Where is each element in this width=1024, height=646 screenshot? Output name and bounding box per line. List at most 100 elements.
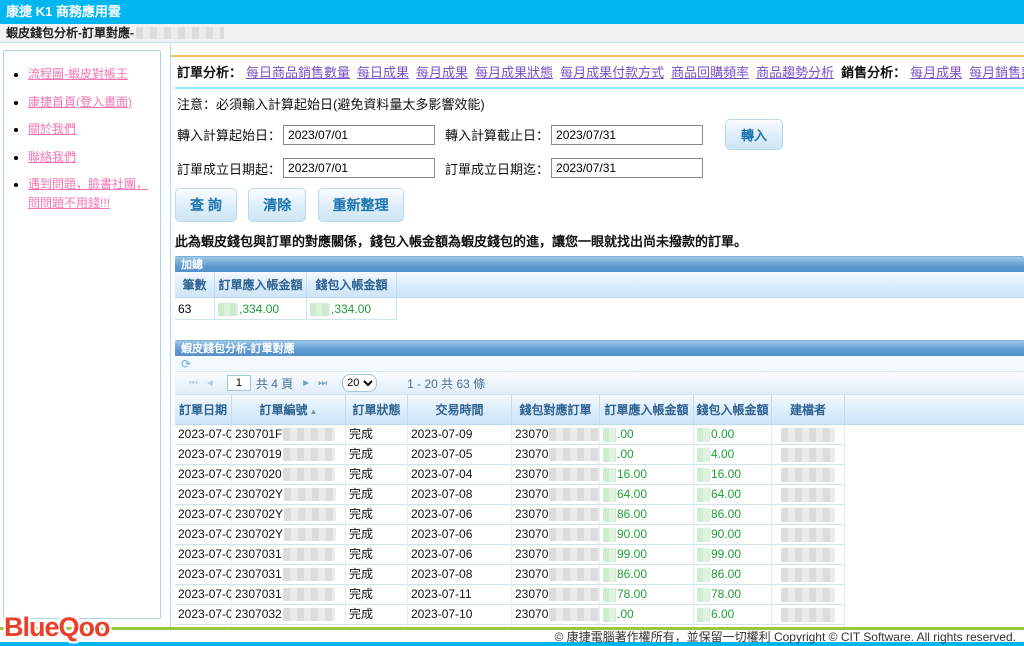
app-title: 康捷 K1 商務應用雲 xyxy=(6,4,121,19)
clear-button[interactable]: 清除 xyxy=(248,188,306,222)
order-start-input[interactable] xyxy=(283,158,435,178)
cell-order-status: 完成 xyxy=(346,525,408,545)
sort-icon[interactable]: ▲ xyxy=(310,407,318,416)
order-analysis-link-0[interactable]: 每日商品銷售數量 xyxy=(246,65,350,80)
cell-wallet-amount: 6.00 xyxy=(694,605,772,625)
cell-wallet-amount: 78.00 xyxy=(694,585,772,605)
redacted-amount-digits xyxy=(697,588,710,602)
cell-wallet-amount: 90.00 xyxy=(694,525,772,545)
sales-analysis-link-0[interactable]: 每月成果 xyxy=(910,65,962,80)
col-trade-time[interactable]: 交易時間 xyxy=(408,395,512,424)
cell-creator xyxy=(772,445,845,465)
col-order-date[interactable]: 訂單日期 xyxy=(175,395,232,424)
col-wallet-order[interactable]: 錢包對應訂單 xyxy=(512,395,600,424)
redacted-amount-digits xyxy=(603,528,616,542)
cell-order-status: 完成 xyxy=(346,465,408,485)
sidebar-link-1[interactable]: 康捷首頁(登入畫面) xyxy=(28,95,132,109)
cell-order-status: 完成 xyxy=(346,565,408,585)
col-order-no[interactable]: 訂單編號▲ xyxy=(232,395,346,424)
sidebar-link-0[interactable]: 流程圖-蝦皮對帳王 xyxy=(28,67,128,81)
main-content: 訂單分析：每日商品銷售數量每日成果每月成果每月成果狀態每月成果付款方式商品回購頻… xyxy=(171,44,1024,627)
table-row[interactable]: 2023-07-02230702Y完成2023-07-062307086.008… xyxy=(175,505,1024,525)
cell-order-no: 2307032 xyxy=(232,605,346,625)
cell-order-status: 完成 xyxy=(346,545,408,565)
redacted-amount-digits xyxy=(310,303,330,316)
page-size-select[interactable]: 20 xyxy=(342,374,377,392)
table-row[interactable]: 2023-07-02230702Y完成2023-07-062307090.009… xyxy=(175,525,1024,545)
sidebar-link-2[interactable]: 關於我們 xyxy=(28,122,76,136)
col-creator[interactable]: 建檔者 xyxy=(772,395,845,424)
cell-order-date: 2023-07-03 xyxy=(175,605,232,625)
col-order-status[interactable]: 訂單狀態 xyxy=(346,395,408,424)
table-row[interactable]: 2023-07-032307031完成2023-07-062307099.009… xyxy=(175,545,1024,565)
page-number-input[interactable] xyxy=(227,375,251,391)
query-button[interactable]: 查 詢 xyxy=(175,188,237,222)
order-end-input[interactable] xyxy=(551,158,703,178)
transfer-button[interactable]: 轉入 xyxy=(725,119,783,150)
refresh-icon[interactable]: ⟳ xyxy=(181,358,191,370)
order-analysis-link-6[interactable]: 商品趨勢分析 xyxy=(756,65,834,80)
col-order-amount[interactable]: 訂單應入帳金額 xyxy=(600,395,694,424)
table-row[interactable]: 2023-07-012307019完成2023-07-0523070.004.0… xyxy=(175,445,1024,465)
table-row[interactable]: 2023-07-02230702Y完成2023-07-082307064.006… xyxy=(175,485,1024,505)
order-date-row: 訂單成立日期起： 訂單成立日期迄： xyxy=(175,154,1024,182)
cell-trade-time: 2023-07-05 xyxy=(408,445,512,465)
redacted-wallet-order xyxy=(549,428,600,441)
table-row[interactable]: 2023-07-032307031完成2023-07-082307086.008… xyxy=(175,565,1024,585)
footer-bar: © 康捷電腦著作權所有，並保留一切權利 Copyright © CIT Soft… xyxy=(0,627,1024,646)
cell-wallet-amount: 64.00 xyxy=(694,485,772,505)
order-analysis-link-2[interactable]: 每月成果 xyxy=(416,65,468,80)
cell-order-date: 2023-07-01 xyxy=(175,425,232,445)
cell-order-no: 2307020 xyxy=(232,465,346,485)
redacted-order-no xyxy=(283,588,335,601)
redacted-amount-digits xyxy=(603,508,616,522)
table-row[interactable]: 2023-07-022307020完成2023-07-042307016.001… xyxy=(175,465,1024,485)
sidebar-item: 遇到問題，臉書社團，問問題不用錢!!! xyxy=(28,175,152,212)
cell-order-amount: .00 xyxy=(600,605,694,625)
transfer-end-input[interactable] xyxy=(551,125,703,145)
cell-order-status: 完成 xyxy=(346,505,408,525)
sidebar-link-4[interactable]: 遇到問題，臉書社團，問問題不用錢!!! xyxy=(28,177,148,210)
next-page-icon[interactable]: ► xyxy=(301,378,312,389)
cell-trade-time: 2023-07-08 xyxy=(408,485,512,505)
cell-wallet-order: 23070 xyxy=(512,525,600,545)
redacted-creator xyxy=(781,468,835,482)
cell-wallet-amount: 86.00 xyxy=(694,505,772,525)
sales-analysis-link-1[interactable]: 每月銷售額(營業 xyxy=(969,65,1024,80)
cell-order-date: 2023-07-02 xyxy=(175,525,232,545)
redacted-order-no xyxy=(284,508,336,521)
first-page-icon[interactable]: ⏮ xyxy=(189,378,199,389)
cell-order-date: 2023-07-03 xyxy=(175,585,232,605)
refresh-button[interactable]: 重新整理 xyxy=(318,188,404,222)
cell-wallet-order: 23070 xyxy=(512,465,600,485)
table-row[interactable]: 2023-07-032307032完成2023-07-1023070.006.0… xyxy=(175,605,1024,625)
order-analysis-link-5[interactable]: 商品回購頻率 xyxy=(671,65,749,80)
last-page-icon[interactable]: ⏭ xyxy=(318,378,328,389)
prev-page-icon[interactable]: ◄ xyxy=(205,378,216,389)
order-analysis-link-3[interactable]: 每月成果狀態 xyxy=(475,65,553,80)
order-analysis-link-4[interactable]: 每月成果付款方式 xyxy=(560,65,664,80)
transfer-start-input[interactable] xyxy=(283,125,435,145)
app-title-bar: 康捷 K1 商務應用雲 xyxy=(0,0,1024,24)
order-analysis-link-1[interactable]: 每日成果 xyxy=(357,65,409,80)
col-wallet-amount[interactable]: 錢包入帳金額 xyxy=(694,395,772,424)
redacted-amount-digits xyxy=(603,448,616,462)
cell-trade-time: 2023-07-06 xyxy=(408,525,512,545)
cell-order-status: 完成 xyxy=(346,425,408,445)
cell-order-no: 230701F xyxy=(232,425,346,445)
cell-trade-time: 2023-07-09 xyxy=(408,425,512,445)
redacted-amount-digits xyxy=(603,548,616,562)
grid-body: 2023-07-01230701F完成2023-07-0923070.000.0… xyxy=(175,425,1024,627)
sidebar: 流程圖-蝦皮對帳王康捷首頁(登入畫面) 關於我們聯絡我們遇到問題，臉書社團，問問題… xyxy=(3,50,161,619)
action-buttons-row: 查 詢 清除 重新整理 xyxy=(175,182,1024,228)
redacted-order-no xyxy=(284,488,336,501)
sidebar-link-3[interactable]: 聯絡我們 xyxy=(28,150,76,164)
transfer-start-label: 轉入計算起始日： xyxy=(177,125,281,144)
redacted-order-no xyxy=(283,568,335,581)
redacted-wallet-order xyxy=(549,488,600,501)
redacted-amount-digits xyxy=(697,428,710,442)
sidebar-item: 關於我們 xyxy=(28,120,152,139)
cell-wallet-order: 23070 xyxy=(512,505,600,525)
table-row[interactable]: 2023-07-032307031完成2023-07-112307078.007… xyxy=(175,585,1024,605)
table-row[interactable]: 2023-07-01230701F完成2023-07-0923070.000.0… xyxy=(175,425,1024,445)
